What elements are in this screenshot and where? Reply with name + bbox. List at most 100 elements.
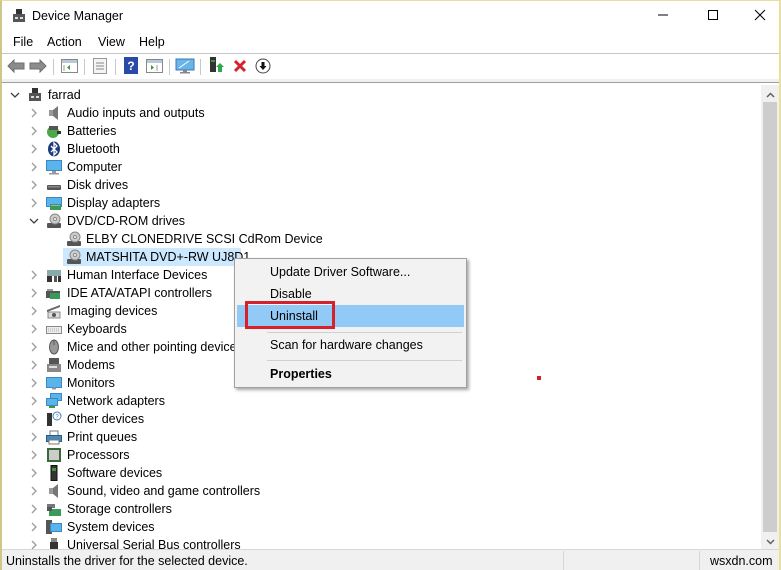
- tree-category[interactable]: Storage controllers: [2, 500, 761, 518]
- tree-item-label: Computer: [67, 160, 122, 174]
- tree-item-label: Processors: [67, 448, 130, 462]
- update-driver-button[interactable]: [206, 57, 226, 77]
- title-bar[interactable]: Device Manager: [2, 1, 779, 32]
- menu-item-update-driver[interactable]: Update Driver Software...: [237, 261, 464, 283]
- scroll-up-button[interactable]: [761, 85, 779, 102]
- unknown-device-icon: ?: [46, 411, 62, 427]
- collapse-chevron-right-icon[interactable]: [29, 503, 39, 515]
- action-pane-icon: [145, 58, 163, 76]
- collapse-chevron-right-icon[interactable]: [29, 485, 39, 497]
- ide-controller-icon: [46, 285, 62, 301]
- mouse-icon: [46, 339, 62, 355]
- tree-category[interactable]: Computer: [2, 158, 761, 176]
- collapse-chevron-right-icon[interactable]: [29, 359, 39, 371]
- collapse-chevron-right-icon[interactable]: [29, 125, 39, 137]
- tree-category[interactable]: Display adapters: [2, 194, 761, 212]
- menu-separator: [267, 332, 462, 333]
- collapse-chevron-right-icon[interactable]: [29, 287, 39, 299]
- menu-file[interactable]: File: [11, 35, 35, 49]
- menu-view[interactable]: View: [96, 35, 127, 49]
- forward-button[interactable]: [28, 57, 48, 77]
- status-divider: [563, 551, 564, 570]
- action-pane-button[interactable]: [144, 57, 164, 77]
- collapse-chevron-right-icon[interactable]: [29, 467, 39, 479]
- properties-button[interactable]: [90, 57, 110, 77]
- back-button[interactable]: [6, 57, 26, 77]
- collapse-chevron-right-icon[interactable]: [29, 341, 39, 353]
- collapse-chevron-right-icon[interactable]: [29, 269, 39, 281]
- collapse-chevron-right-icon[interactable]: [29, 521, 39, 533]
- collapse-chevron-right-icon[interactable]: [29, 107, 39, 119]
- tree-category[interactable]: Disk drives: [2, 176, 761, 194]
- tree-category[interactable]: DVD/CD-ROM drives: [2, 212, 761, 230]
- collapse-chevron-right-icon[interactable]: [29, 161, 39, 173]
- scroll-down-button[interactable]: [761, 532, 779, 549]
- dvd-drive-icon: [66, 249, 82, 265]
- tree-item-label: Audio inputs and outputs: [67, 106, 205, 120]
- tree-category[interactable]: Universal Serial Bus controllers: [2, 536, 761, 549]
- scan-hardware-button[interactable]: [175, 57, 195, 77]
- back-arrow-icon: [7, 58, 25, 76]
- collapse-chevron-right-icon[interactable]: [29, 323, 39, 335]
- menu-item-label: Disable: [270, 287, 312, 301]
- uninstall-button[interactable]: [230, 57, 250, 77]
- chevron-down-icon: [765, 534, 775, 548]
- tree-category[interactable]: Batteries: [2, 122, 761, 140]
- tree-category[interactable]: Network adapters: [2, 392, 761, 410]
- menu-action[interactable]: Action: [45, 35, 84, 49]
- disable-button[interactable]: [253, 57, 273, 77]
- tree-category[interactable]: Audio inputs and outputs: [2, 104, 761, 122]
- scan-monitor-icon: [175, 58, 195, 77]
- tree-category[interactable]: ? Other devices: [2, 410, 761, 428]
- minimize-button[interactable]: [640, 1, 686, 32]
- menu-item-scan-hardware[interactable]: Scan for hardware changes: [237, 334, 464, 356]
- menu-help[interactable]: Help: [137, 35, 167, 49]
- tree-category[interactable]: Print queues: [2, 428, 761, 446]
- tree-category[interactable]: Bluetooth: [2, 140, 761, 158]
- tree-item-label: Batteries: [67, 124, 117, 138]
- display-adapter-icon: [46, 195, 62, 211]
- collapse-chevron-right-icon[interactable]: [29, 143, 39, 155]
- scrollbar-thumb[interactable]: [763, 102, 777, 532]
- storage-controller-icon: [46, 501, 62, 517]
- hid-icon: [46, 267, 62, 283]
- vertical-scrollbar[interactable]: [761, 85, 779, 549]
- tree-item-label: Keyboards: [67, 322, 127, 336]
- menu-item-label: Scan for hardware changes: [270, 338, 423, 352]
- tree-category[interactable]: System devices: [2, 518, 761, 536]
- tree-item-label: IDE ATA/ATAPI controllers: [67, 286, 212, 300]
- toolbar: ?: [2, 54, 779, 83]
- collapse-chevron-right-icon[interactable]: [29, 413, 39, 425]
- close-icon: [754, 9, 766, 24]
- status-text: Uninstalls the driver for the selected d…: [6, 554, 248, 568]
- collapse-chevron-right-icon[interactable]: [29, 539, 39, 549]
- help-button[interactable]: ?: [121, 57, 141, 77]
- collapse-chevron-right-icon[interactable]: [29, 395, 39, 407]
- tree-item-label: Bluetooth: [67, 142, 120, 156]
- collapse-chevron-right-icon[interactable]: [29, 305, 39, 317]
- collapse-chevron-right-icon[interactable]: [29, 197, 39, 209]
- expand-chevron-down-icon[interactable]: [10, 89, 20, 101]
- tree-item-label: Display adapters: [67, 196, 161, 210]
- menu-item-properties[interactable]: Properties: [237, 363, 464, 385]
- tree-category[interactable]: Software devices: [2, 464, 761, 482]
- tree-root[interactable]: farrad: [2, 86, 761, 104]
- collapse-chevron-right-icon[interactable]: [29, 431, 39, 443]
- tree-item-label: Sound, video and game controllers: [67, 484, 261, 498]
- console-tree-button[interactable]: [59, 57, 79, 77]
- close-button[interactable]: [737, 1, 781, 32]
- tree-item-label: Disk drives: [67, 178, 129, 192]
- tree-device[interactable]: ELBY CLONEDRIVE SCSI CdRom Device: [2, 230, 761, 248]
- collapse-chevron-right-icon[interactable]: [29, 179, 39, 191]
- collapse-chevron-right-icon[interactable]: [29, 377, 39, 389]
- window-title: Device Manager: [32, 9, 124, 23]
- tree-category[interactable]: Processors: [2, 446, 761, 464]
- tree-category[interactable]: Sound, video and game controllers: [2, 482, 761, 500]
- collapse-chevron-right-icon[interactable]: [29, 449, 39, 461]
- tree-item-label: farrad: [48, 88, 81, 102]
- expand-chevron-down-icon[interactable]: [29, 215, 39, 227]
- computer-root-icon: [27, 87, 43, 103]
- camera-icon: [46, 303, 62, 319]
- maximize-button[interactable]: [690, 1, 736, 32]
- speaker-icon: [46, 105, 62, 121]
